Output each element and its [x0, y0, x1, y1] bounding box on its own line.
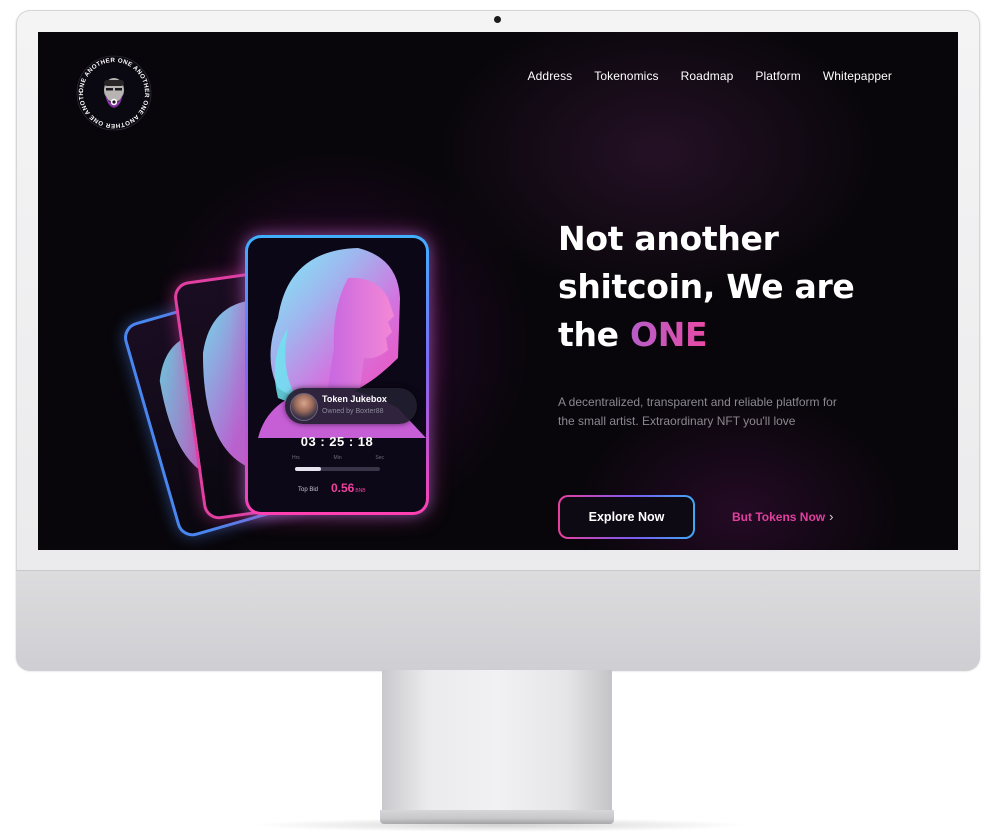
- monitor-stand: [382, 670, 612, 820]
- explore-now-button[interactable]: Explore Now: [558, 495, 695, 539]
- camera-icon: [494, 16, 501, 23]
- owner-pill[interactable]: Token Jukebox Owned by Boxter88: [285, 388, 417, 424]
- headline-line-1: Not another: [558, 219, 779, 258]
- hero-subtitle: A decentralized, transparent and reliabl…: [558, 395, 837, 428]
- chevron-right-icon: ›: [829, 509, 834, 524]
- owner-avatar: [290, 393, 318, 421]
- auction-progress: [295, 467, 380, 471]
- timer-unit-minutes: Min: [333, 455, 342, 461]
- timer-unit-hours: Hrs: [292, 455, 300, 461]
- nav-roadmap[interactable]: Roadmap: [681, 69, 734, 83]
- auction-progress-fill: [295, 467, 321, 471]
- top-bid-unit: BNB: [355, 488, 366, 494]
- monitor-chin: [16, 570, 980, 671]
- website-screen: ONE ANOTHER ONE ANOTHER ONE ANOTHER ONE …: [38, 32, 958, 550]
- floor-shadow: [250, 818, 750, 832]
- nft-card[interactable]: Token Jukebox Owned by Boxter88 03 : 25 …: [245, 235, 429, 515]
- nft-owner: Owned by Boxter88: [322, 408, 384, 415]
- buy-tokens-label: But Tokens Now: [732, 509, 826, 524]
- buy-tokens-link[interactable]: But Tokens Now ›: [732, 509, 833, 524]
- hero-headline: Not another shitcoin, We are the ONE: [558, 215, 888, 359]
- nav-platform[interactable]: Platform: [755, 69, 800, 83]
- nav-whitepapper[interactable]: Whitepapper: [823, 69, 892, 83]
- nav-tokenomics[interactable]: Tokenomics: [594, 69, 658, 83]
- headline-prefix: the: [558, 315, 630, 354]
- top-bid-amount: 0.56: [331, 481, 355, 495]
- top-bid-label: Top Bid: [298, 487, 319, 493]
- auction-timer: 03 : 25 : 18: [300, 434, 374, 449]
- headline-accent: ONE: [629, 315, 708, 354]
- timer-units: Hrs Min Sec: [292, 455, 384, 461]
- main-nav: Address Tokenomics Roadmap Platform Whit…: [528, 69, 892, 83]
- timer-unit-seconds: Sec: [375, 455, 384, 461]
- nav-address[interactable]: Address: [528, 69, 573, 83]
- top-bid-value: 0.56BNB: [331, 481, 366, 495]
- nft-title: Token Jukebox: [322, 394, 387, 404]
- logo-icon[interactable]: ONE ANOTHER ONE ANOTHER ONE ANOTHER ONE …: [75, 54, 153, 132]
- headline-line-2: shitcoin, We are: [558, 267, 855, 306]
